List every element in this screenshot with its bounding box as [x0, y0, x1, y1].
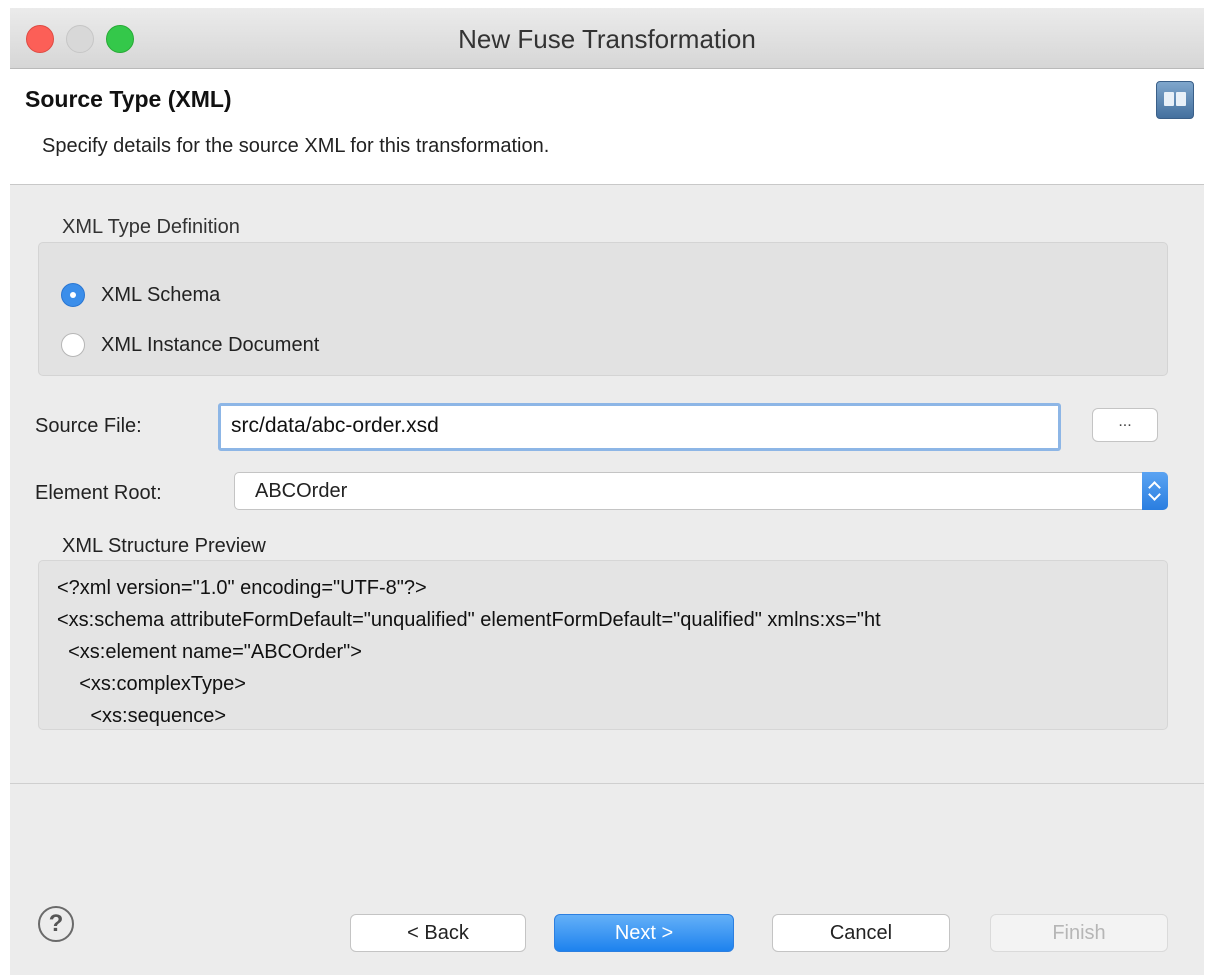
- element-root-value: ABCOrder: [255, 480, 348, 502]
- source-file-label: Source File:: [35, 415, 142, 437]
- preview-line: <xs:element name="ABCOrder">: [57, 641, 362, 663]
- footer-divider: [10, 783, 1204, 784]
- back-button[interactable]: < Back: [350, 914, 526, 952]
- wizard-window: New Fuse Transformation Source Type (XML…: [10, 8, 1204, 975]
- element-root-label: Element Root:: [35, 482, 162, 504]
- chevron-up-down-icon[interactable]: [1142, 472, 1168, 510]
- cancel-button[interactable]: Cancel: [772, 914, 950, 952]
- radio-xml-schema[interactable]: XML Schema: [61, 283, 220, 307]
- next-button[interactable]: Next >: [554, 914, 734, 952]
- radio-unselected-indicator[interactable]: [61, 333, 85, 357]
- radio-xml-instance-document[interactable]: XML Instance Document: [61, 333, 319, 357]
- preview-line: <xs:complexType>: [57, 673, 246, 695]
- preview-line: <?xml version="1.0" encoding="UTF-8"?>: [57, 577, 427, 599]
- xml-type-definition-group: XML Schema XML Instance Document: [38, 242, 1168, 376]
- radio-label: XML Schema: [101, 283, 221, 306]
- wizard-header: Source Type (XML) Specify details for th…: [10, 69, 1204, 185]
- xml-structure-preview[interactable]: <?xml version="1.0" encoding="UTF-8"?> <…: [38, 560, 1168, 730]
- element-root-select[interactable]: ABCOrder: [234, 472, 1168, 510]
- preview-line: <xs:sequence>: [57, 705, 226, 727]
- xml-structure-preview-label: XML Structure Preview: [62, 535, 266, 557]
- radio-selected-indicator[interactable]: [61, 283, 85, 307]
- title-bar: New Fuse Transformation: [10, 8, 1204, 69]
- source-file-input[interactable]: src/data/abc-order.xsd: [218, 403, 1061, 451]
- finish-button[interactable]: Finish: [990, 914, 1168, 952]
- preview-line: <xs:schema attributeFormDefault="unquali…: [57, 609, 881, 631]
- xml-type-definition-label: XML Type Definition: [62, 216, 240, 238]
- wizard-banner-icon: [1156, 81, 1194, 119]
- page-description: Specify details for the source XML for t…: [42, 135, 550, 157]
- page-title: Source Type (XML): [25, 86, 232, 112]
- radio-label: XML Instance Document: [101, 333, 320, 356]
- window-title: New Fuse Transformation: [458, 24, 756, 54]
- browse-button[interactable]: ...: [1092, 408, 1158, 442]
- help-circle-icon[interactable]: ?: [38, 906, 74, 942]
